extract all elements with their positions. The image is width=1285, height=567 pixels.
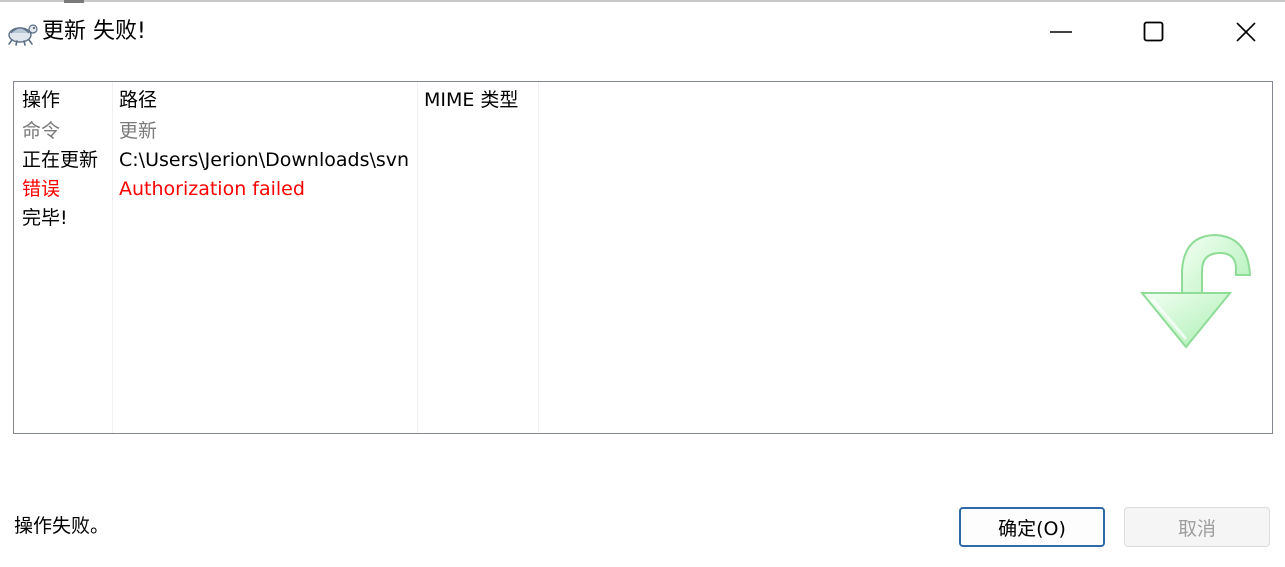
update-arrow-icon <box>1132 223 1252 353</box>
row-path-error: Authorization failed <box>119 178 305 200</box>
title-bar[interactable]: 更新 失败! <box>0 2 1285 58</box>
row-action-error: 错误 <box>22 178 61 200</box>
maximize-button[interactable] <box>1131 12 1177 52</box>
cancel-button[interactable]: 取消 <box>1124 507 1270 547</box>
column-header-path[interactable]: 路径 <box>119 86 157 115</box>
ok-button[interactable]: 确定(O) <box>959 507 1105 547</box>
row-action-finished: 完毕! <box>22 207 68 229</box>
maximize-icon <box>1143 21 1164 42</box>
column-header-mime-type[interactable]: MIME 类型 <box>424 86 518 115</box>
column-separator <box>417 82 418 433</box>
tortoise-svn-icon <box>5 19 39 47</box>
minimize-button[interactable] <box>1038 12 1084 52</box>
column-header-action[interactable]: 操作 <box>22 86 60 115</box>
update-log-list[interactable]: 操作 路径 MIME 类型 命令 更新 正在更新 C:\Users\Jerion… <box>13 81 1273 434</box>
row-path-command: 更新 <box>119 120 158 142</box>
column-separator <box>538 82 539 433</box>
column-separator <box>112 82 113 433</box>
row-action-command: 命令 <box>22 120 61 142</box>
window-title: 更新 失败! <box>42 19 146 44</box>
row-path-updating: C:\Users\Jerion\Downloads\svn <box>119 149 410 171</box>
close-icon <box>1236 22 1256 42</box>
row-action-updating: 正在更新 <box>22 149 99 171</box>
minimize-icon <box>1050 31 1072 33</box>
close-button[interactable] <box>1223 12 1269 52</box>
status-message: 操作失败。 <box>14 515 110 537</box>
